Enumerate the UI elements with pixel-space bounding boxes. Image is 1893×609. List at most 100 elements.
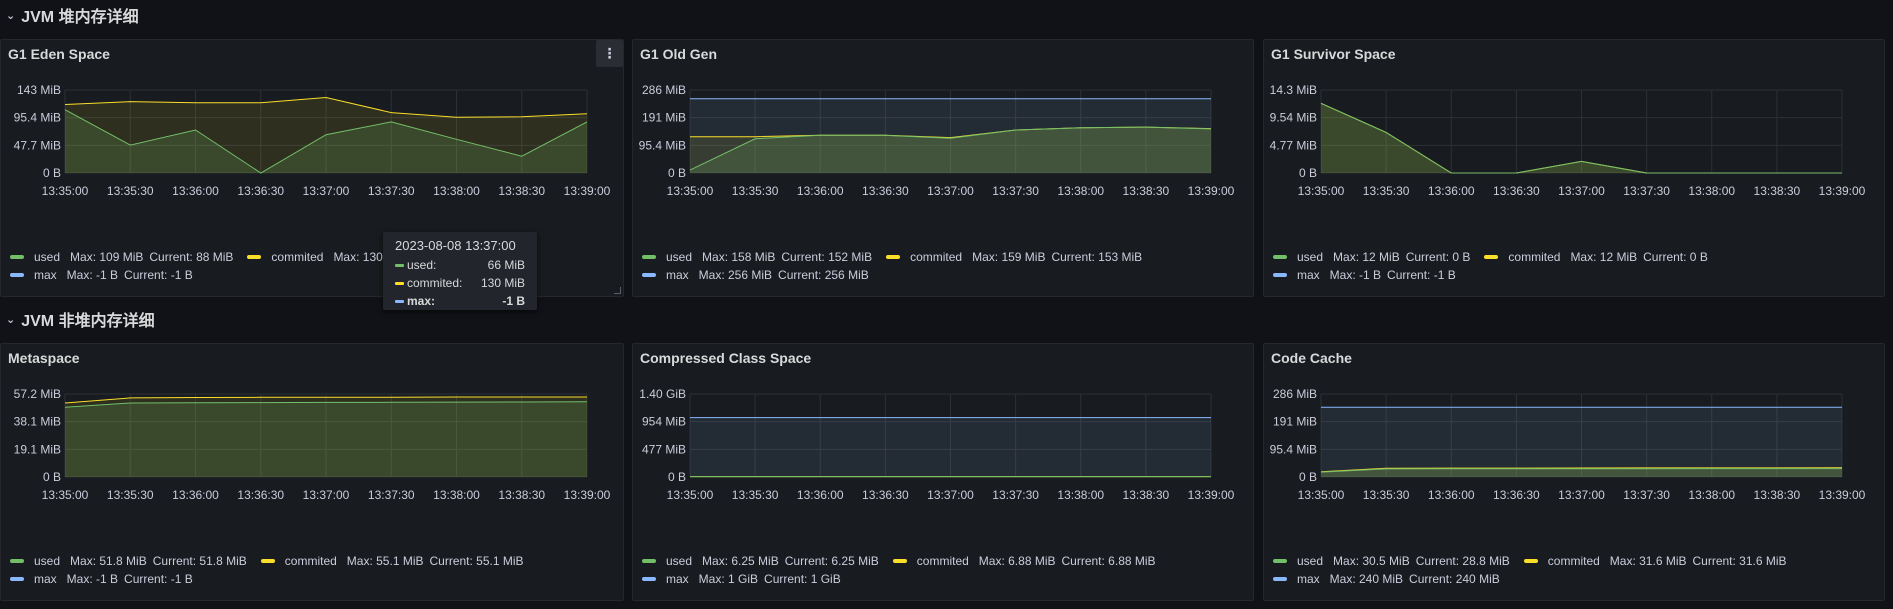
tooltip-time: 2023-08-08 13:37:00: [395, 238, 516, 253]
x-tick-label: 13:37:30: [992, 184, 1039, 198]
y-tick-label: 9.54 MiB: [1270, 111, 1317, 125]
row-header-heap[interactable]: ⌄ JVM 堆内存详细: [6, 2, 139, 28]
committed-swatch: [892, 559, 907, 563]
max-swatch: [642, 273, 656, 277]
y-tick-label: 191 MiB: [642, 111, 686, 125]
legend-item-max[interactable]: max Max: 240 MiB Current: 240 MiB: [1273, 572, 1506, 586]
legend-max: Max: 31.6 MiB: [1609, 554, 1687, 568]
legend-current: Current: 6.88 MiB: [1061, 554, 1156, 568]
legend-item-max[interactable]: max Max: -1 B Current: -1 B: [1273, 268, 1462, 282]
legend-item-committed[interactable]: commited Max: 31.6 MiB Current: 31.6 MiB: [1523, 554, 1793, 568]
legend-label: max: [1297, 572, 1320, 586]
legend-item-committed[interactable]: commited Max: 55.1 MiB Current: 55.1 MiB: [260, 554, 530, 568]
x-tick-label: 13:38:30: [1123, 184, 1170, 198]
x-tick-label: 13:35:30: [107, 184, 154, 198]
row-title: JVM 非堆内存详细: [21, 313, 155, 330]
chart-plot[interactable]: 1.40 GiB 954 MiB 477 MiB 0 B 13:35:00 13:35:3…: [633, 344, 1255, 549]
legend-current: Current: 153 MiB: [1051, 250, 1143, 264]
x-tick-label: 13:38:00: [1057, 184, 1104, 198]
y-tick-label: 47.7 MiB: [14, 138, 61, 152]
legend-max: Max: 240 MiB: [1329, 572, 1404, 586]
legend-row: max Max: -1 B Current: -1 B: [10, 570, 538, 588]
tooltip-value: -1 B: [502, 294, 525, 308]
legend-max: Max: 256 MiB: [698, 268, 773, 282]
panel-g1-survivor-space[interactable]: G1 Survivor Space 14.3 MiB 9.54 MiB 4.77 M…: [1263, 39, 1885, 297]
panel-code-cache[interactable]: Code Cache 286 MiB 191 MiB 95.4 MiB 0 B 13:3…: [1263, 343, 1885, 601]
legend-label: max: [34, 268, 57, 282]
legend-max: Max: -1 B: [66, 572, 119, 586]
panel-metaspace[interactable]: Metaspace 57.2 MiB 38.1 MiB 19.1 MiB 0 B 13:…: [0, 343, 624, 601]
y-tick-label: 477 MiB: [642, 442, 686, 456]
legend-item-used[interactable]: used Max: 51.8 MiB Current: 51.8 MiB: [10, 554, 253, 568]
chart-plot[interactable]: 57.2 MiB 38.1 MiB 19.1 MiB 0 B 13:35:00 13:35…: [1, 344, 625, 549]
legend-label: used: [34, 554, 61, 568]
chart-plot[interactable]: 286 MiB 191 MiB 95.4 MiB 0 B 13:35:00 13:35:3…: [633, 40, 1255, 245]
panel-g1-old-gen[interactable]: G1 Old Gen 286 MiB 191 MiB 95.4 MiB 0 B 13:3…: [632, 39, 1254, 297]
legend-label: used: [1297, 554, 1324, 568]
chart-plot[interactable]: 286 MiB 191 MiB 95.4 MiB 0 B 13:35:00 13:35:3…: [1264, 344, 1886, 549]
used-swatch: [10, 559, 24, 563]
legend-item-used[interactable]: used Max: 158 MiB Current: 152 MiB: [642, 250, 878, 264]
series-area-max: [1321, 407, 1842, 477]
legend: used Max: 30.5 MiB Current: 28.8 MiB commit…: [1273, 552, 1801, 588]
row-header-nonheap[interactable]: ⌄ JVM 非堆内存详细: [6, 306, 155, 332]
legend-item-max[interactable]: max Max: -1 B Current: -1 B: [10, 572, 199, 586]
legend-current: Current: 88 MiB: [149, 250, 234, 264]
x-tick-label: 13:35:30: [1363, 184, 1410, 198]
legend-item-used[interactable]: used Max: 30.5 MiB Current: 28.8 MiB: [1273, 554, 1516, 568]
tooltip-label: max:: [407, 294, 436, 308]
legend-item-used[interactable]: used Max: 109 MiB Current: 88 MiB: [10, 250, 239, 264]
used-swatch: [10, 255, 24, 259]
y-tick-label: 95.4 MiB: [1270, 442, 1317, 456]
resize-handle[interactable]: [614, 287, 621, 294]
committed-swatch: [395, 281, 404, 285]
legend-max: Max: -1 B: [66, 268, 119, 282]
x-tick-label: 13:35:00: [1298, 184, 1345, 198]
legend: used Max: 51.8 MiB Current: 51.8 MiB commit…: [10, 552, 538, 588]
x-tick-label: 13:36:30: [237, 184, 284, 198]
legend-current: Current: 28.8 MiB: [1415, 554, 1510, 568]
x-tick-label: 13:35:00: [667, 488, 714, 502]
x-tick-label: 13:37:00: [1558, 488, 1605, 502]
y-tick-label: 95.4 MiB: [639, 138, 686, 152]
y-tick-label: 143 MiB: [17, 83, 61, 97]
legend-max: Max: 55.1 MiB: [346, 554, 424, 568]
x-tick-label: 13:38:00: [1688, 184, 1735, 198]
legend-item-max[interactable]: max Max: 256 MiB Current: 256 MiB: [642, 268, 875, 282]
tooltip-row-used: used: 66 MiB: [395, 256, 525, 274]
x-tick-label: 13:39:00: [564, 488, 611, 502]
max-swatch: [1273, 577, 1287, 581]
legend-current: Current: 31.6 MiB: [1692, 554, 1787, 568]
x-tick-label: 13:37:30: [992, 488, 1039, 502]
legend-current: Current: 256 MiB: [778, 268, 869, 282]
x-tick-label: 13:35:00: [667, 184, 714, 198]
legend-row: used Max: 12 MiB Current: 0 B commited Max: …: [1273, 248, 1722, 266]
x-tick-label: 13:35:00: [1298, 488, 1345, 502]
panel-compressed-class-space[interactable]: Compressed Class Space 1.40 GiB 954 MiB 47…: [632, 343, 1254, 601]
x-tick-label: 13:35:30: [732, 488, 779, 502]
y-tick-label: 0 B: [1299, 166, 1317, 180]
legend-row: max Max: -1 B Current: -1 B: [1273, 266, 1722, 284]
x-tick-label: 13:39:00: [1819, 184, 1866, 198]
legend-item-used[interactable]: used Max: 6.25 MiB Current: 6.25 MiB: [642, 554, 885, 568]
legend-item-used[interactable]: used Max: 12 MiB Current: 0 B: [1273, 250, 1476, 264]
legend-current: Current: 240 MiB: [1409, 572, 1500, 586]
legend-item-committed[interactable]: commited Max: 6.88 MiB Current: 6.88 MiB: [892, 554, 1162, 568]
x-tick-label: 13:36:30: [1493, 488, 1540, 502]
legend-item-max[interactable]: max Max: -1 B Current: -1 B: [10, 268, 199, 282]
series-area-used: [1321, 468, 1842, 477]
chart-plot[interactable]: 14.3 MiB 9.54 MiB 4.77 MiB 0 B 13:35:00 13:35…: [1264, 40, 1886, 245]
legend-item-committed[interactable]: commited Max: 159 MiB Current: 153 MiB: [886, 250, 1148, 264]
x-tick-label: 13:35:00: [42, 488, 89, 502]
legend-max: Max: 30.5 MiB: [1333, 554, 1410, 568]
legend-label: commited: [916, 554, 969, 568]
legend-item-committed[interactable]: commited Max: 12 MiB Current: 0 B: [1484, 250, 1713, 264]
legend: used Max: 158 MiB Current: 152 MiB commited…: [642, 248, 1156, 284]
legend-item-max[interactable]: max Max: 1 GiB Current: 1 GiB: [642, 572, 847, 586]
chart-plot[interactable]: 143 MiB 95.4 MiB 47.7 MiB 0 B 13:35:00 13:35:…: [1, 40, 625, 245]
legend: used Max: 6.25 MiB Current: 6.25 MiB commit…: [642, 552, 1170, 588]
tooltip-row-max: max: -1 B: [395, 292, 525, 310]
legend-max: Max: 6.88 MiB: [978, 554, 1056, 568]
legend-current: Current: 152 MiB: [781, 250, 873, 264]
legend-current: Current: 0 B: [1405, 250, 1471, 264]
